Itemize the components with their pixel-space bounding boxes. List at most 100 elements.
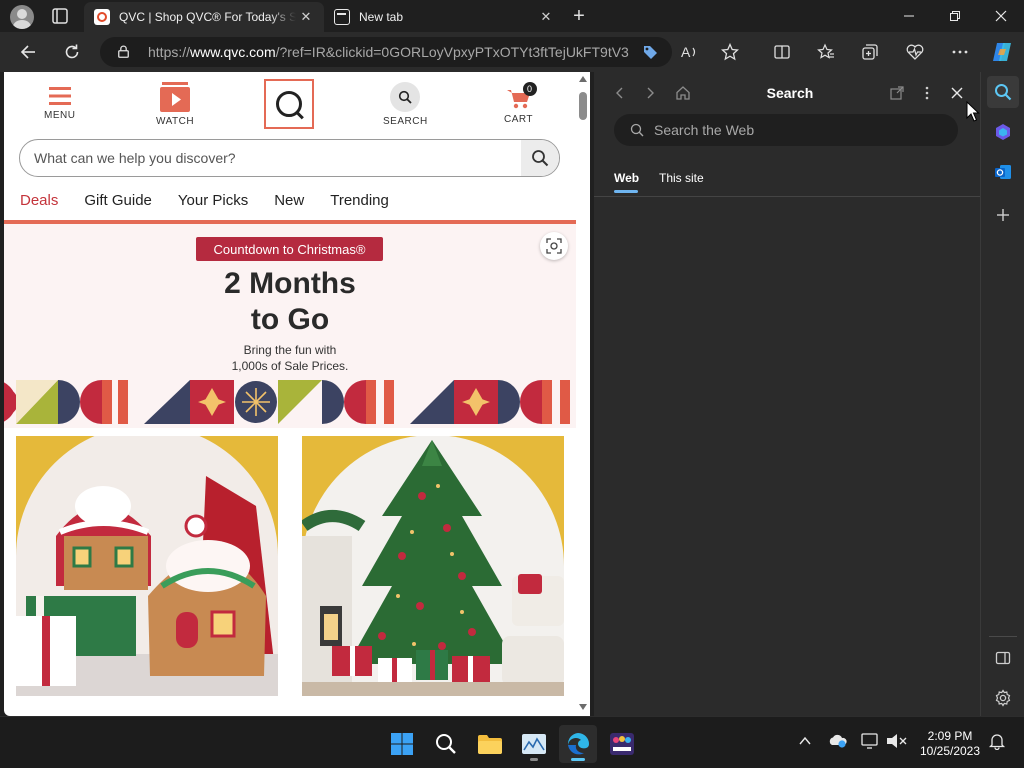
banner-subtext: Bring the fun with 1,000s of Sale Prices…: [231, 343, 349, 373]
photos-app-button[interactable]: [515, 725, 553, 763]
nav-new[interactable]: New: [274, 192, 304, 209]
page-scrollbar[interactable]: [576, 72, 590, 716]
scroll-down-icon[interactable]: [579, 704, 587, 710]
panel-divider: [594, 196, 980, 197]
refresh-icon[interactable]: [60, 40, 84, 64]
site-nav: Deals Gift Guide Your Picks New Trending: [20, 192, 415, 209]
tab-actions-icon[interactable]: [48, 6, 72, 26]
collections-icon[interactable]: [860, 42, 880, 62]
nav-your-picks[interactable]: Your Picks: [178, 192, 248, 209]
watch-label: WATCH: [156, 116, 195, 127]
search-button[interactable]: SEARCH: [383, 82, 428, 127]
windows-taskbar: 2:09 PM 10/25/2023: [0, 716, 1024, 768]
hide-sidebar-button[interactable]: [987, 642, 1019, 674]
site-search-input[interactable]: [34, 148, 514, 168]
rail-divider: [989, 636, 1017, 637]
nav-trending[interactable]: Trending: [330, 192, 389, 209]
svg-text:A: A: [681, 44, 691, 60]
more-options-icon[interactable]: [950, 42, 970, 62]
search-icon: [995, 84, 1012, 101]
display-icon[interactable]: [860, 732, 880, 753]
qvc-favicon-icon: [94, 9, 110, 25]
scroll-up-icon[interactable]: [579, 76, 587, 82]
network-sound-icon[interactable]: [886, 732, 908, 753]
copilot-icon[interactable]: [990, 40, 1014, 64]
browser-toolbar: https://www.qvc.com/?ref=IR&clickid=0GOR…: [0, 32, 1024, 72]
read-aloud-icon[interactable]: A: [680, 42, 700, 62]
profile-avatar-icon[interactable]: [10, 5, 34, 29]
new-tab-button[interactable]: +: [566, 4, 592, 28]
search-side-panel: Search Web This site: [594, 72, 980, 716]
copilot-hexagon-icon: [996, 124, 1010, 140]
nav-deals[interactable]: Deals: [20, 192, 58, 209]
file-explorer-button[interactable]: [471, 725, 509, 763]
menu-button[interactable]: MENU: [44, 86, 75, 121]
taskbar-clock[interactable]: 2:09 PM 10/25/2023: [914, 729, 986, 759]
search-icon: [532, 150, 549, 167]
christmas-tree-product-image[interactable]: [302, 436, 564, 696]
visual-search-icon[interactable]: [540, 232, 568, 260]
close-window-icon[interactable]: [978, 0, 1024, 32]
minimize-icon[interactable]: [886, 0, 932, 32]
watch-button[interactable]: WATCH: [156, 82, 194, 127]
tab-strip: QVC | Shop QVC® For Today's Special Valu…: [0, 0, 1024, 32]
sidebar-settings-button[interactable]: [987, 682, 1019, 714]
search-icon: [390, 82, 421, 112]
browser-essentials-icon[interactable]: [905, 42, 925, 62]
tab-this-site[interactable]: This site: [659, 171, 704, 185]
close-tab-icon[interactable]: ✕: [296, 7, 316, 27]
panel-back-icon[interactable]: [610, 84, 628, 102]
close-panel-icon[interactable]: [948, 84, 966, 102]
site-search-submit-button[interactable]: [521, 140, 559, 176]
sidebar-outlook-button[interactable]: [987, 156, 1019, 188]
cart-count-badge: 0: [522, 82, 537, 96]
tab-web[interactable]: Web: [614, 171, 639, 185]
restore-icon[interactable]: [932, 0, 978, 32]
favorites-icon[interactable]: [816, 42, 836, 62]
gear-icon: [995, 689, 1011, 707]
back-arrow-icon[interactable]: [16, 40, 40, 64]
web-search-box[interactable]: [614, 114, 958, 146]
notifications-bell-icon[interactable]: [988, 732, 1006, 753]
tab-new-tab[interactable]: New tab ✕: [324, 2, 564, 32]
lock-icon[interactable]: [118, 45, 129, 58]
panel-forward-icon[interactable]: [642, 84, 660, 102]
split-screen-icon[interactable]: [772, 42, 792, 62]
tab-title: New tab: [359, 10, 404, 24]
edge-browser-button[interactable]: [559, 725, 597, 763]
site-header: MENU WATCH SEARCH 0 CART: [4, 72, 576, 134]
open-in-new-tab-icon[interactable]: [888, 84, 906, 102]
qvc-q-icon: [276, 91, 302, 117]
banner-headline: 2 Months to Go: [224, 267, 356, 336]
shopping-tag-icon[interactable]: [640, 42, 660, 62]
panel-title: Search: [766, 85, 814, 101]
image-viewer-icon: [522, 734, 546, 754]
gingerbread-houses-product-image[interactable]: [16, 436, 278, 696]
site-search-box[interactable]: [19, 139, 560, 177]
url-text: https://www.qvc.com/?ref=IR&clickid=0GOR…: [148, 44, 630, 60]
scroll-thumb[interactable]: [579, 92, 587, 120]
sidebar-copilot-button[interactable]: [987, 116, 1019, 148]
panel-home-icon[interactable]: [674, 84, 692, 102]
qvc-logo[interactable]: [264, 79, 314, 129]
taskbar-search-button[interactable]: [427, 725, 465, 763]
tab-qvc[interactable]: QVC | Shop QVC® For Today's Special Valu…: [84, 2, 324, 32]
active-tab-indicator: [614, 190, 638, 193]
address-bar[interactable]: https://www.qvc.com/?ref=IR&clickid=0GOR…: [100, 37, 672, 67]
onedrive-status-icon[interactable]: [828, 733, 848, 752]
nav-gift-guide[interactable]: Gift Guide: [84, 192, 152, 209]
favorite-star-icon[interactable]: [720, 42, 740, 62]
bubble-game-icon: [610, 733, 634, 755]
gaming-app-button[interactable]: [603, 725, 641, 763]
start-button[interactable]: [383, 725, 421, 763]
show-hidden-icons-icon[interactable]: [798, 734, 812, 751]
web-search-input[interactable]: [654, 120, 944, 140]
panel-more-options-icon[interactable]: [918, 84, 936, 102]
close-tab-icon[interactable]: ✕: [536, 7, 556, 27]
windows-logo-icon: [391, 733, 413, 755]
sidebar-add-button[interactable]: [987, 199, 1019, 231]
cart-button[interactable]: 0 CART: [504, 82, 537, 125]
clock-date: 10/25/2023: [919, 744, 981, 758]
page-viewport: MENU WATCH SEARCH 0 CART Deal: [4, 72, 590, 716]
sidebar-search-button[interactable]: [987, 76, 1019, 108]
